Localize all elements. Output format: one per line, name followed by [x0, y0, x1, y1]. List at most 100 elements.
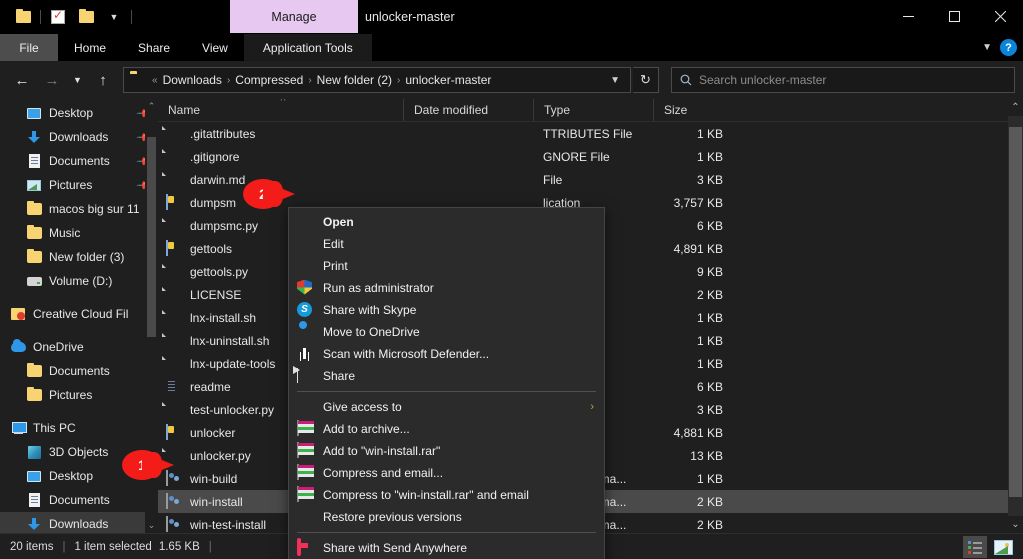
menu-item-compress-and-email[interactable]: Compress and email... — [289, 462, 604, 484]
toolbar-divider-2 — [131, 10, 132, 24]
help-icon[interactable]: ? — [1000, 39, 1017, 56]
quick-access-toolbar: ▼ — [0, 0, 134, 34]
menu-item-give-access-to[interactable]: Give access to › — [289, 396, 604, 418]
cloud-icon — [10, 339, 26, 355]
menu-item-edit[interactable]: Edit — [289, 233, 604, 255]
file-scroll-down-button[interactable]: ⌄ — [1008, 516, 1023, 533]
blank-file-icon — [166, 287, 182, 303]
file-type-cell: TTRIBUTES File — [543, 126, 633, 141]
breadcrumb-dropdown-icon[interactable]: ▼ — [610, 75, 626, 86]
sidebar-item-documents[interactable]: Documents 📌 — [0, 149, 158, 173]
toolbar-divider — [40, 10, 41, 24]
menu-item-move-to-onedrive[interactable]: Move to OneDrive — [289, 321, 604, 343]
table-row[interactable]: .gitattributes TTRIBUTES File 1 KB — [158, 122, 1023, 145]
document-icon — [26, 492, 42, 508]
column-header-type[interactable]: Type — [533, 99, 653, 121]
sidebar-item-creative-cloud-files[interactable]: Creative Cloud Fil — [0, 302, 158, 326]
maximize-button[interactable] — [931, 0, 977, 33]
sidebar-scroll-thumb[interactable] — [147, 137, 156, 337]
file-date-cell — [403, 145, 533, 168]
sidebar-item-onedrive-pictures[interactable]: Pictures — [0, 383, 158, 407]
refresh-button[interactable]: ↻ — [633, 67, 659, 93]
new-folder-icon[interactable] — [73, 4, 99, 30]
large-icons-view-icon — [993, 539, 1013, 555]
large-icons-view-button[interactable] — [991, 536, 1015, 558]
menu-item-label: Compress to "win-install.rar" and email — [323, 488, 529, 502]
tab-share[interactable]: Share — [122, 34, 186, 61]
breadcrumb-separator[interactable]: › — [306, 75, 313, 86]
contextual-tab-manage[interactable]: Manage — [230, 0, 358, 33]
up-button[interactable]: ↑ — [89, 66, 117, 94]
menu-item-run-as-administrator[interactable]: Run as administrator — [289, 277, 604, 299]
recent-locations-button[interactable]: ▼ — [68, 66, 87, 94]
breadcrumb[interactable]: « Downloads › Compressed › New folder (2… — [123, 67, 631, 93]
sidebar-item-pc-downloads[interactable]: Downloads — [0, 512, 158, 533]
file-size-cell: 3 KB — [696, 172, 723, 187]
back-button[interactable]: ← — [8, 66, 36, 94]
application-icon — [166, 239, 182, 257]
column-header-size[interactable]: Size — [653, 99, 735, 121]
breadcrumb-separator[interactable]: › — [225, 75, 232, 86]
menu-item-open[interactable]: Open — [289, 211, 604, 233]
search-input[interactable]: Search unlocker-master — [699, 73, 826, 87]
menu-item-print[interactable]: Print — [289, 255, 604, 277]
sidebar-item-desktop[interactable]: Desktop 📌 — [0, 101, 158, 125]
file-size-cell: 4,891 KB — [673, 241, 723, 256]
column-header-date-modified[interactable]: Date modified — [403, 99, 533, 121]
breadcrumb-item-new-folder-2[interactable]: New folder (2) — [314, 73, 395, 87]
creative-cloud-icon — [10, 306, 26, 322]
properties-icon[interactable] — [45, 4, 71, 30]
command-script-icon — [166, 515, 182, 533]
file-size-cell: 3,757 KB — [673, 195, 723, 210]
chevron-down-icon[interactable]: ▼ — [982, 42, 992, 53]
details-view-button[interactable] — [963, 536, 987, 558]
contextual-tab-label: Manage — [271, 9, 317, 24]
sidebar-item-pc-documents[interactable]: Documents — [0, 488, 158, 512]
menu-item-restore-previous-versions[interactable]: Restore previous versions — [289, 506, 604, 528]
menu-item-add-to-archive[interactable]: Add to archive... — [289, 418, 604, 440]
forward-button[interactable]: → — [38, 66, 66, 94]
tab-file[interactable]: File — [0, 34, 58, 61]
sidebar-item-volume-d[interactable]: Volume (D:) — [0, 269, 158, 293]
menu-item-scan-with-defender[interactable]: Scan with Microsoft Defender... — [289, 343, 604, 365]
menu-item-share-with-skype[interactable]: S Share with Skype — [289, 299, 604, 321]
column-header-name[interactable]: Name — [158, 99, 403, 121]
sidebar-item-macos-big-sur[interactable]: macos big sur 11 — [0, 197, 158, 221]
breadcrumb-item-unlocker-master[interactable]: unlocker-master — [402, 73, 494, 87]
file-list-scrollbar[interactable]: ⌃ ⌄ — [1008, 99, 1023, 533]
menu-separator — [297, 532, 596, 533]
sidebar-scroll-up-button[interactable]: ⌃ — [145, 99, 158, 114]
folder-icon — [26, 224, 42, 241]
folder-icon — [130, 73, 147, 87]
file-scroll-up-button[interactable]: ⌃ — [1008, 99, 1023, 116]
breadcrumb-item-compressed[interactable]: Compressed — [232, 73, 306, 87]
table-row[interactable]: .gitignore GNORE File 1 KB — [158, 145, 1023, 168]
breadcrumb-overflow-icon[interactable]: « — [150, 75, 160, 86]
sidebar-item-onedrive[interactable]: OneDrive — [0, 335, 158, 359]
menu-item-compress-to-rar-and-email[interactable]: Compress to "win-install.rar" and email — [289, 484, 604, 506]
tab-application-tools[interactable]: Application Tools — [243, 34, 372, 61]
file-scroll-thumb[interactable] — [1009, 127, 1022, 497]
sidebar-scroll-down-button[interactable]: ⌄ — [145, 518, 158, 533]
customize-dropdown-icon[interactable]: ▼ — [101, 4, 127, 30]
sidebar-item-pictures[interactable]: Pictures 📌 — [0, 173, 158, 197]
minimize-button[interactable] — [885, 0, 931, 33]
sidebar-item-new-folder-3[interactable]: New folder (3) — [0, 245, 158, 269]
folder-icon[interactable] — [10, 4, 36, 30]
menu-item-share-with-send-anywhere[interactable]: Share with Send Anywhere — [289, 537, 604, 559]
tab-view[interactable]: View — [186, 34, 244, 61]
search-box[interactable]: Search unlocker-master — [671, 67, 1015, 93]
breadcrumb-separator[interactable]: › — [395, 75, 402, 86]
ribbon-tab-bar: File Home Share View Application Tools ▼… — [0, 34, 1023, 61]
tab-home[interactable]: Home — [58, 34, 122, 61]
sidebar-item-this-pc[interactable]: This PC — [0, 416, 158, 440]
sidebar-item-downloads[interactable]: Downloads 📌 — [0, 125, 158, 149]
close-button[interactable] — [977, 0, 1023, 33]
menu-item-share[interactable]: Share — [289, 365, 604, 387]
sidebar-item-music[interactable]: Music — [0, 221, 158, 245]
breadcrumb-item-downloads[interactable]: Downloads — [160, 73, 225, 87]
menu-item-add-to-win-install-rar[interactable]: Add to "win-install.rar" — [289, 440, 604, 462]
menu-item-label: Move to OneDrive — [323, 325, 420, 339]
sidebar-item-onedrive-documents[interactable]: Documents — [0, 359, 158, 383]
file-size-cell: 6 KB — [696, 218, 723, 233]
